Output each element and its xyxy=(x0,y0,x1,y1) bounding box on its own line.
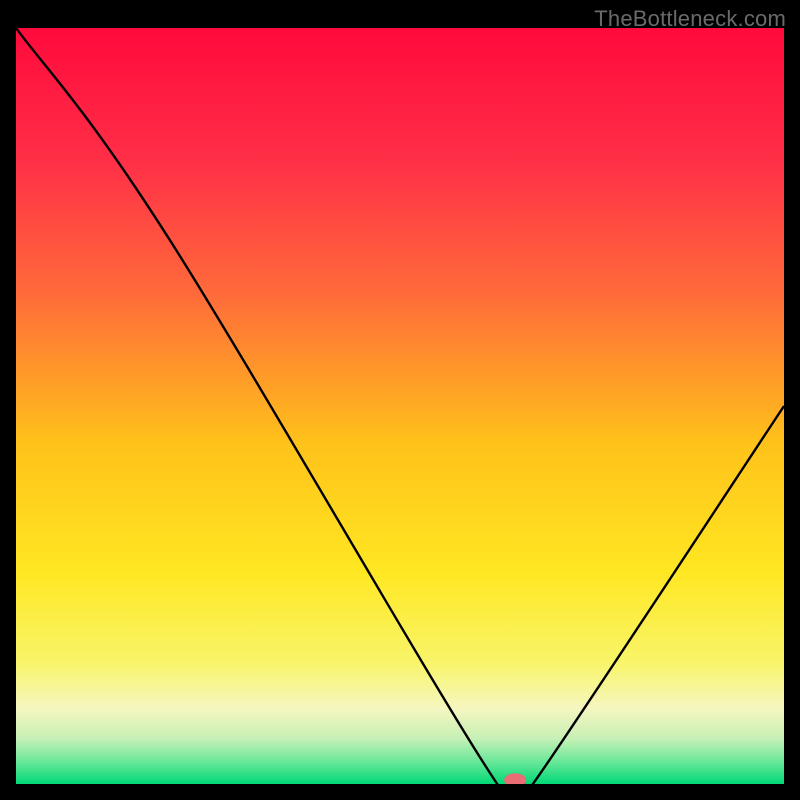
watermark-label: TheBottleneck.com xyxy=(594,6,786,32)
plot-area xyxy=(16,28,784,784)
chart-container: TheBottleneck.com xyxy=(0,0,800,800)
gradient-background xyxy=(16,28,784,784)
bottleneck-chart xyxy=(16,28,784,784)
